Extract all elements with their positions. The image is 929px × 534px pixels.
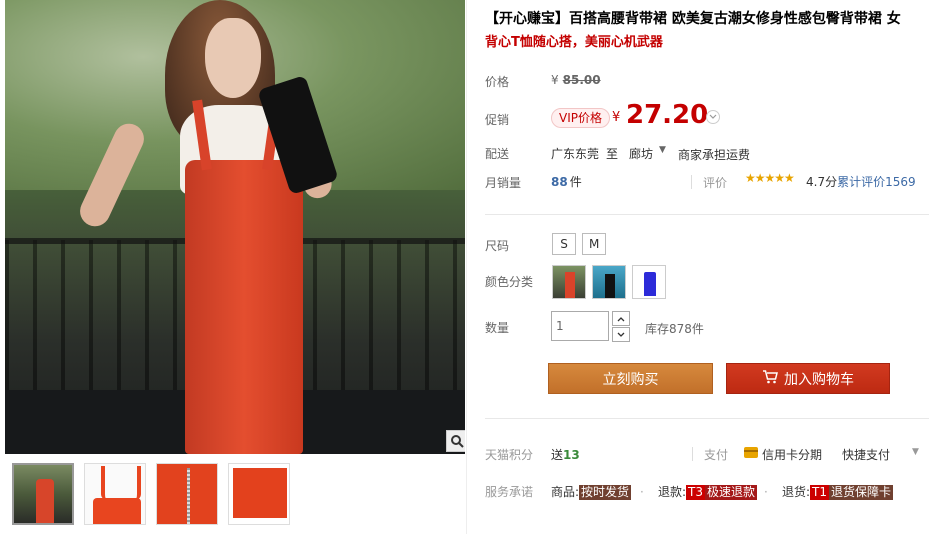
separator-dot-2: · xyxy=(764,485,768,499)
monthly-sales-value: 88 件 xyxy=(551,173,582,190)
price-label: 价格 xyxy=(485,75,510,89)
color-option-black[interactable] xyxy=(592,265,626,299)
quantity-input[interactable] xyxy=(551,311,609,341)
separator-dot: · xyxy=(640,485,644,499)
promise-refund-prefix: 退款: xyxy=(658,485,687,499)
section-divider-2 xyxy=(485,418,929,419)
magnifier-icon[interactable] xyxy=(446,430,465,452)
quantity-label: 数量 xyxy=(485,321,510,335)
chevron-down-icon[interactable] xyxy=(706,110,720,124)
model-face xyxy=(205,18,261,98)
color-label: 颜色分类 xyxy=(485,275,534,289)
buy-now-button[interactable]: 立刻购买 xyxy=(548,363,713,394)
promise-return[interactable]: 退货: T1 退货保障卡 xyxy=(782,483,894,500)
shipping-label: 配送 xyxy=(485,147,510,161)
thumbnail-3[interactable] xyxy=(156,463,218,525)
thumbnail-2[interactable] xyxy=(84,463,146,525)
review-summary[interactable]: 4.7分累计评价1569 xyxy=(806,173,916,190)
model-red-dress xyxy=(185,160,303,454)
original-price-currency: ¥ xyxy=(551,73,559,87)
service-promise-label: 服务承诺 xyxy=(485,485,534,499)
promise-refund-code: T3 xyxy=(686,485,706,500)
promo-price: 27.20 xyxy=(626,100,709,130)
review-total-text[interactable]: 累计评价 xyxy=(837,175,885,189)
size-option-s[interactable]: S xyxy=(552,233,576,255)
points-label: 天猫积分 xyxy=(485,448,534,462)
monthly-sales-count: 88 xyxy=(551,175,568,189)
promo-label: 促销 xyxy=(485,113,510,127)
thumbnail-4[interactable] xyxy=(228,463,290,525)
cart-icon xyxy=(762,369,778,388)
credit-card-icon xyxy=(744,447,758,458)
quantity-increase-icon[interactable] xyxy=(612,311,630,326)
points-prefix: 送 xyxy=(551,448,564,462)
section-divider xyxy=(485,214,929,215)
add-to-cart-button[interactable]: 加入购物车 xyxy=(726,363,890,394)
original-price-value: 85.00 xyxy=(562,73,601,87)
payment-label: 支付 xyxy=(704,448,729,462)
points-value: 送13 xyxy=(551,446,580,463)
promise-return-code: T1 xyxy=(810,485,830,500)
shipping-destination-select[interactable]: 廊坊 xyxy=(629,145,653,162)
promise-refund[interactable]: 退款: T3 极速退款 xyxy=(658,483,758,500)
caret-down-icon[interactable]: ▼ xyxy=(659,145,666,155)
promise-return-prefix: 退货: xyxy=(782,485,811,499)
review-label: 评价 xyxy=(703,176,728,190)
credit-installment-link[interactable]: 信用卡分期 xyxy=(762,446,822,463)
review-score: 4.7分 xyxy=(806,175,838,189)
product-subtitle: 背心T恤随心搭，美丽心机武器 xyxy=(485,35,663,50)
monthly-sales-label: 月销量 xyxy=(485,176,522,190)
original-price: ¥85.00 xyxy=(551,73,601,87)
color-option-red[interactable] xyxy=(552,265,586,299)
promo-currency: ¥ xyxy=(612,110,621,125)
thumbnail-strip xyxy=(12,463,290,525)
caret-down-icon-2[interactable]: ▼ xyxy=(912,447,919,457)
points-number: 13 xyxy=(563,448,580,462)
promise-return-tag: 退货保障卡 xyxy=(829,485,894,500)
panel-divider xyxy=(466,0,467,534)
color-option-blue[interactable] xyxy=(632,265,666,299)
add-to-cart-label: 加入购物车 xyxy=(784,371,854,388)
quantity-decrease-icon[interactable] xyxy=(612,327,630,342)
sales-divider xyxy=(691,175,692,189)
thumbnail-1[interactable] xyxy=(12,463,74,525)
stock-count: 库存878件 xyxy=(645,322,704,336)
vip-price-badge: VIP价格 xyxy=(551,108,610,128)
promise-refund-tag: 极速退款 xyxy=(705,485,758,500)
shipping-fee: 商家承担运费 xyxy=(678,148,751,162)
review-total-count[interactable]: 1569 xyxy=(885,175,916,189)
payment-divider xyxy=(692,447,693,461)
buy-now-label: 立刻购买 xyxy=(602,371,659,388)
promise-goods-tag: 按时发货 xyxy=(579,485,632,500)
monthly-sales-unit: 件 xyxy=(569,175,582,189)
product-title: 【开心赚宝】百搭高腰背带裙 欧美复古潮女修身性感包臀背带裙 女 xyxy=(485,11,901,27)
shipping-to: 至 xyxy=(606,147,619,161)
main-product-image[interactable] xyxy=(5,0,465,454)
promise-goods[interactable]: 商品: 按时发货 xyxy=(551,483,632,500)
size-label: 尺码 xyxy=(485,239,510,253)
quick-pay-link[interactable]: 快捷支付 xyxy=(842,446,890,463)
shipping-origin: 广东东莞 xyxy=(551,147,600,161)
rating-stars-icon: ★★★★★ xyxy=(745,171,795,185)
promise-goods-prefix: 商品: xyxy=(551,485,580,499)
size-option-m[interactable]: M xyxy=(582,233,607,255)
